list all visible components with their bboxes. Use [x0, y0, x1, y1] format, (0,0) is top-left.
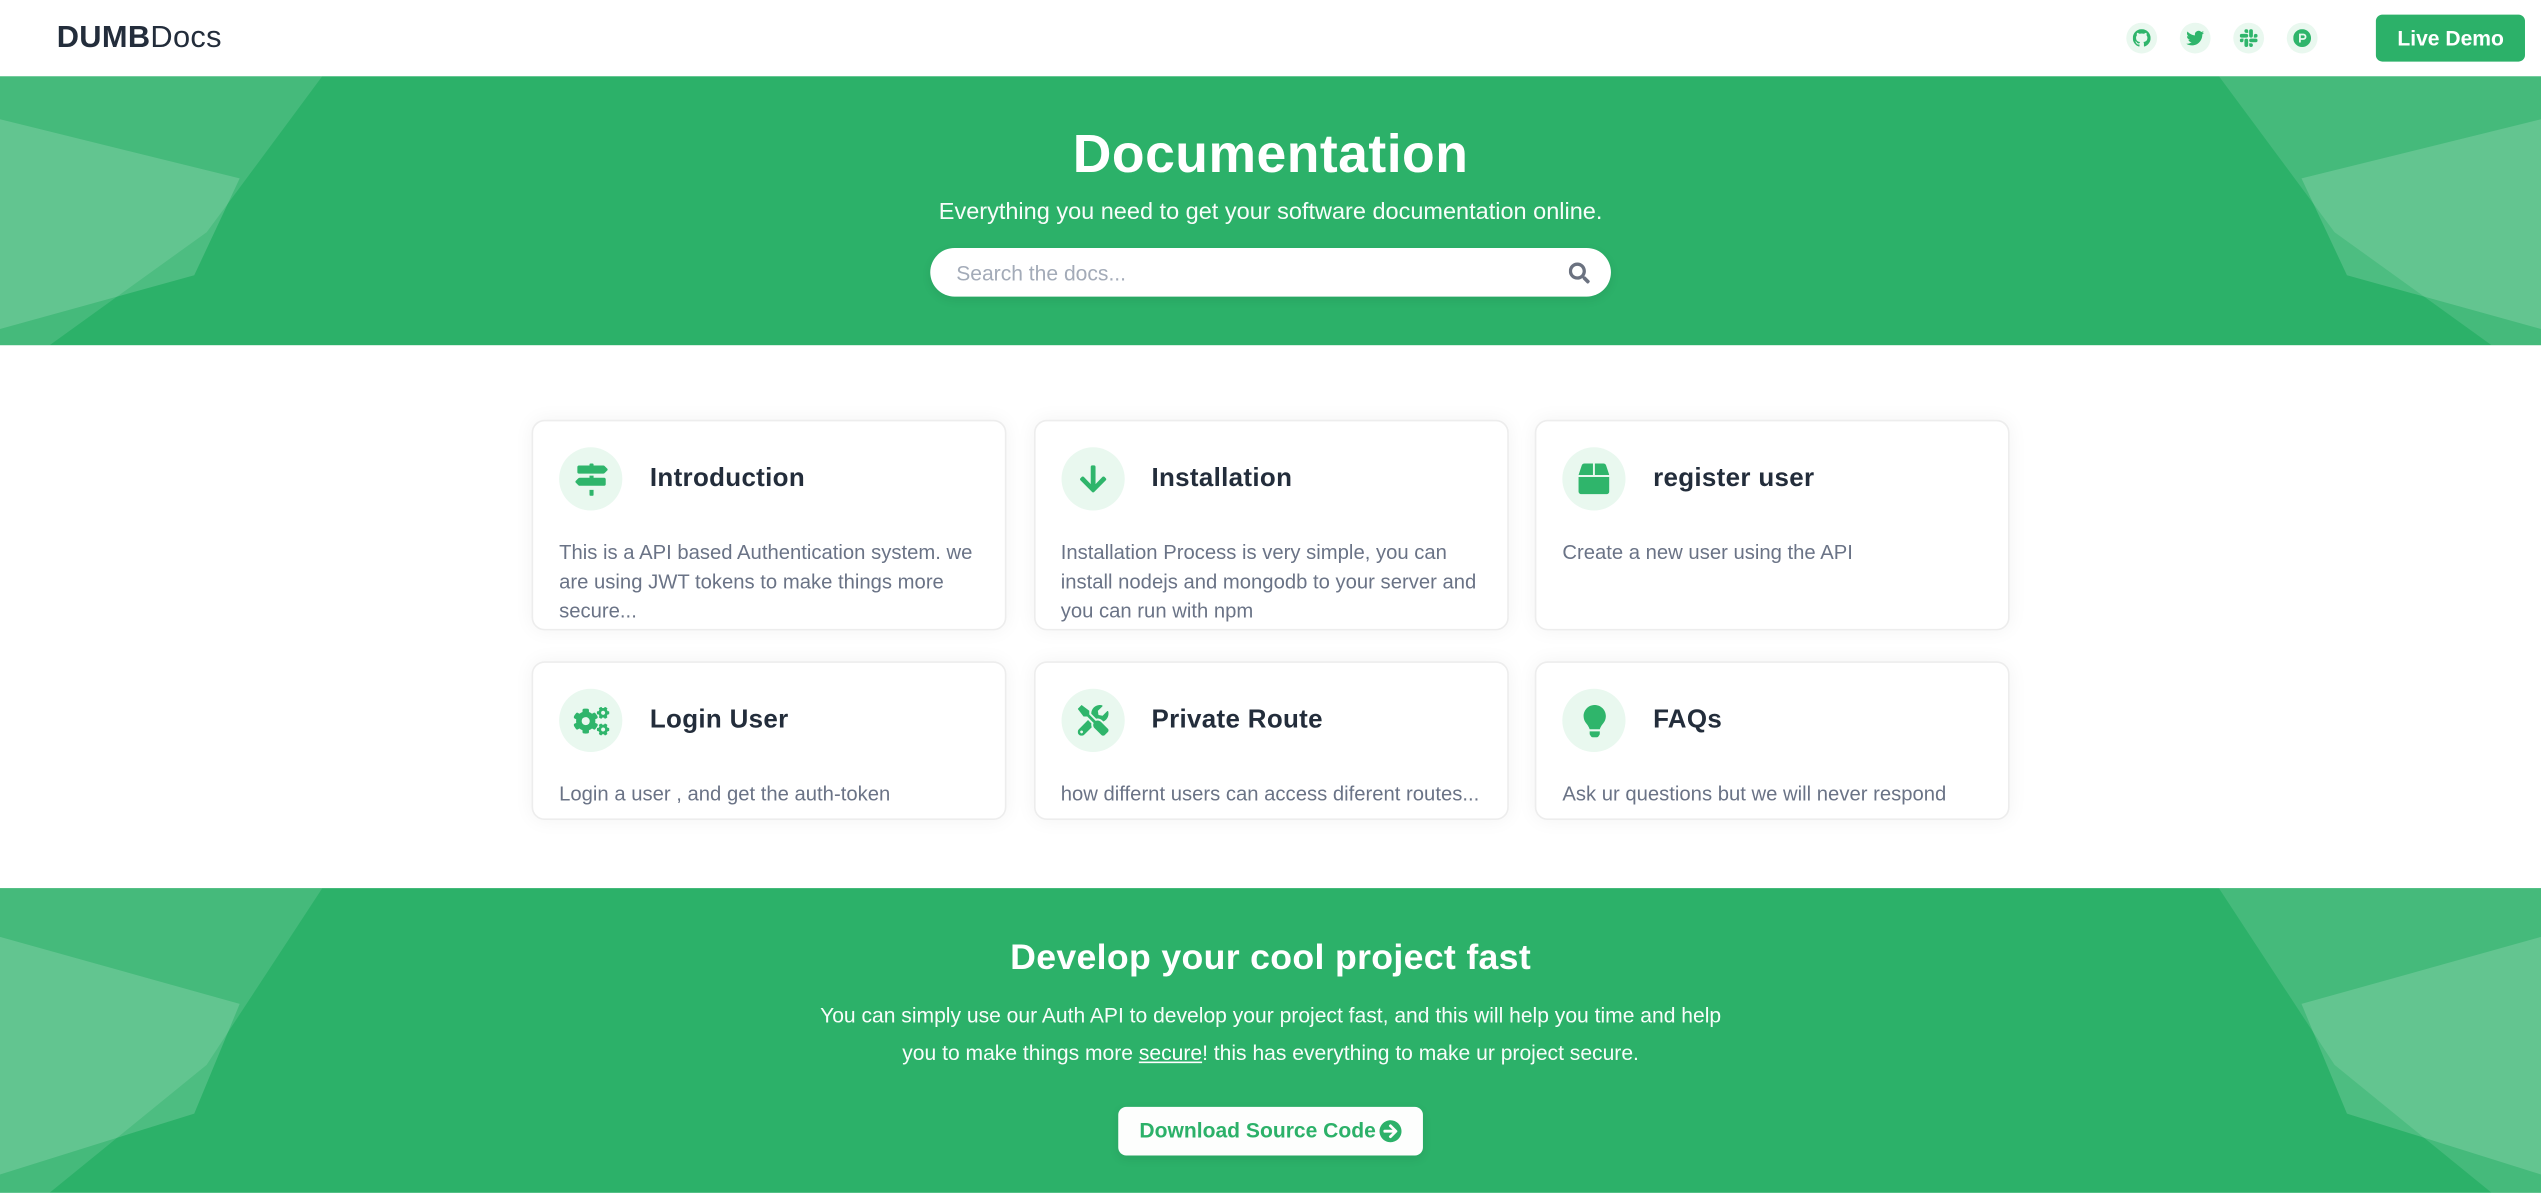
- card-title: Installation: [1151, 464, 1292, 493]
- github-link[interactable]: [2127, 23, 2158, 54]
- docs-section: Introduction This is a API based Authent…: [0, 345, 2541, 888]
- card-head: Installation: [1061, 447, 1481, 510]
- icon-circle: [1562, 689, 1625, 752]
- product-hunt-icon: [2294, 29, 2312, 47]
- card-private-route[interactable]: Private Route how differnt users can acc…: [1033, 661, 1508, 820]
- card-introduction[interactable]: Introduction This is a API based Authent…: [532, 420, 1007, 631]
- card-title: register user: [1653, 464, 1814, 493]
- card-description: Create a new user using the API: [1562, 538, 1982, 567]
- card-head: register user: [1562, 447, 1982, 510]
- brand-light: Docs: [150, 20, 221, 54]
- brand-bold: DUMB: [57, 20, 151, 54]
- icon-circle: [559, 447, 622, 510]
- card-installation[interactable]: Installation Installation Process is ver…: [1033, 420, 1508, 631]
- card-title: Private Route: [1151, 706, 1322, 735]
- card-title: Introduction: [650, 464, 805, 493]
- icon-circle: [1061, 689, 1124, 752]
- lightbulb-icon: [1583, 704, 1606, 736]
- tools-icon: [1077, 705, 1108, 736]
- product-hunt-link[interactable]: [2287, 23, 2318, 54]
- secure-link[interactable]: secure: [1139, 1040, 1202, 1064]
- hero-section: Documentation Everything you need to get…: [0, 76, 2541, 345]
- card-description: Ask ur questions but we will never respo…: [1562, 780, 1982, 809]
- download-source-button[interactable]: Download Source Code: [1118, 1106, 1423, 1155]
- github-icon: [2133, 29, 2151, 47]
- gears-icon: [573, 706, 609, 735]
- search-bar[interactable]: [930, 248, 1611, 297]
- card-title: Login User: [650, 706, 789, 735]
- cta-section: Develop your cool project fast You can s…: [0, 888, 2541, 1193]
- card-register-user[interactable]: register user Create a new user using th…: [1535, 420, 2010, 631]
- card-faqs[interactable]: FAQs Ask ur questions but we will never …: [1535, 661, 2010, 820]
- signpost-icon: [575, 463, 607, 495]
- download-arrow-icon: [1079, 464, 1107, 495]
- brand-logo[interactable]: DUMBDocs: [57, 20, 222, 56]
- download-source-label: Download Source Code: [1139, 1118, 1375, 1142]
- hero-content: Documentation Everything you need to get…: [0, 76, 2541, 296]
- card-description: Installation Process is very simple, you…: [1061, 538, 1481, 626]
- page: DUMBDocs Live Demo Documentation Everyth…: [0, 0, 2541, 1193]
- card-head: Login User: [559, 689, 979, 752]
- search-icon[interactable]: [1569, 262, 1590, 283]
- live-demo-button[interactable]: Live Demo: [2376, 15, 2525, 62]
- header: DUMBDocs Live Demo: [0, 0, 2541, 76]
- box-icon: [1579, 464, 1610, 495]
- icon-circle: [559, 689, 622, 752]
- cta-content: Develop your cool project fast You can s…: [0, 888, 2541, 1155]
- card-login-user[interactable]: Login User Login a user , and get the au…: [532, 661, 1007, 820]
- card-head: FAQs: [1562, 689, 1982, 752]
- page-title: Documentation: [0, 123, 2541, 185]
- cta-title: Develop your cool project fast: [0, 937, 2541, 979]
- icon-circle: [1562, 447, 1625, 510]
- cta-paragraph: You can simply use our Auth API to devel…: [818, 998, 1722, 1072]
- card-head: Introduction: [559, 447, 979, 510]
- slack-link[interactable]: [2234, 23, 2265, 54]
- card-head: Private Route: [1061, 689, 1481, 752]
- search-input[interactable]: [956, 260, 1569, 284]
- cards-grid: Introduction This is a API based Authent…: [532, 345, 2010, 820]
- header-actions: Live Demo: [2104, 15, 2525, 62]
- arrow-circle-right-icon: [1379, 1119, 1402, 1142]
- card-description: Login a user , and get the auth-token: [559, 780, 979, 809]
- card-title: FAQs: [1653, 706, 1722, 735]
- slack-icon: [2240, 29, 2258, 47]
- hero-subtitle: Everything you need to get your software…: [0, 199, 2541, 225]
- card-description: This is a API based Authentication syste…: [559, 538, 979, 626]
- icon-circle: [1061, 447, 1124, 510]
- card-description: how differnt users can access diferent r…: [1061, 780, 1481, 809]
- cta-text-after: ! this has everything to make ur project…: [1202, 1040, 1639, 1064]
- twitter-icon: [2187, 29, 2205, 47]
- twitter-link[interactable]: [2180, 23, 2211, 54]
